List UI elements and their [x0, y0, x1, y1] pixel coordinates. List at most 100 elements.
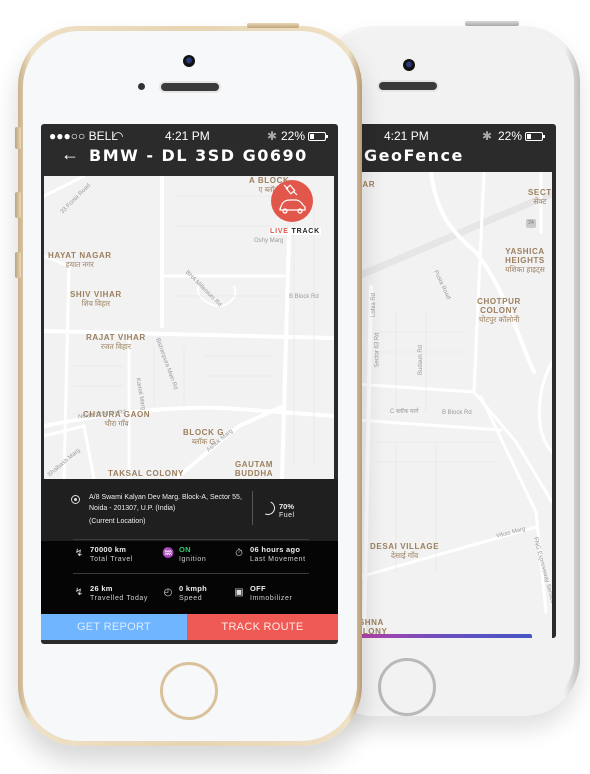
map-area-label: GAUTAM BUDDHA NAGAR	[224, 460, 284, 479]
fuel-gauge-icon	[259, 499, 277, 517]
stat-label: Immobilizer	[250, 595, 293, 602]
location-target-icon	[71, 495, 80, 504]
area-name-hindi: रजत विहार	[100, 342, 131, 351]
stat-value: OFF	[250, 584, 266, 593]
road-label: Budaun Rd	[418, 344, 425, 376]
stopwatch-icon: ⏱	[235, 548, 243, 559]
road-label: C ब्लॉक मार्ग	[390, 409, 419, 415]
battery-icon	[308, 132, 329, 141]
front-camera	[183, 55, 195, 67]
bluetooth-icon: ✱	[267, 129, 278, 143]
stat-value: 26 km	[90, 584, 113, 593]
area-name-hindi: चौरा गाँव	[104, 419, 129, 428]
current-location-note: (Current Location)	[89, 518, 146, 525]
area-name: YASHICA HEIGHTS	[505, 247, 545, 265]
track-route-button[interactable]: TRACK ROUTE	[187, 614, 338, 640]
stat-label: Last Movement	[250, 556, 306, 563]
ignition-icon: ♒	[162, 548, 175, 559]
car-icon	[279, 199, 306, 214]
area-name: DESAI VILLAGE	[370, 542, 440, 551]
stat-label: Total Travel	[90, 556, 133, 563]
proximity-sensor	[138, 83, 145, 90]
live-text: LIVE	[270, 228, 289, 235]
speedometer-icon: ◴	[163, 587, 173, 598]
home-button[interactable]	[160, 662, 218, 720]
area-name: RAJAT VIHAR	[86, 333, 146, 342]
mute-switch	[15, 127, 21, 149]
stat-value: 70000 km	[90, 545, 127, 554]
battery-percent: 22%	[498, 129, 523, 143]
map-area-label: SECT सेक्ट	[528, 188, 552, 206]
map-area-label: SHIV VIHAR शिव विहार	[70, 290, 122, 308]
status-bar: ●●●○○ BELL ◠ 4:21 PM ✱ 22%	[41, 124, 338, 146]
map-area-label: YASHICA HEIGHTS यशिका हाइट्स	[502, 247, 548, 274]
create-button[interactable]: CREATE	[356, 634, 532, 638]
vehicle-tracking-screen: ●●●○○ BELL ◠ 4:21 PM ✱ 22% ← BMW - DL 3S…	[41, 124, 338, 644]
road-label: B Block Rd	[289, 294, 319, 300]
road	[472, 172, 486, 394]
fuel-value: 70%	[279, 502, 295, 511]
volume-up-button	[15, 192, 21, 218]
home-button[interactable]	[378, 658, 436, 716]
area-name-hindi: सेक्ट	[533, 197, 547, 206]
map-area-label: RAJAT VIHAR रजत विहार	[86, 333, 146, 351]
carrier-signal: ●●●○○ BELL	[49, 129, 118, 143]
page-title: GeoFence	[364, 146, 464, 165]
stat-label: Travelled Today	[90, 595, 149, 602]
earpiece-speaker	[161, 83, 219, 91]
map-roads	[356, 172, 552, 638]
area-name-hindi: हयात नगर	[65, 260, 94, 269]
map-area-label: HAYAT NAGAR हयात नगर	[48, 251, 112, 269]
power-button	[465, 21, 519, 26]
track-text: TRACK	[291, 228, 321, 235]
road	[537, 360, 552, 454]
road-label: Oshy Marg	[254, 238, 284, 244]
live-track-label[interactable]: LIVE TRACK	[269, 228, 322, 235]
stat-value: 0 kmph	[179, 584, 208, 593]
vehicle-stats-panel: ↯ 70000 km Total Travel ♒ ON Ignition ⏱ …	[41, 541, 338, 614]
front-camera	[403, 59, 415, 71]
route-icon: ↯	[74, 548, 84, 559]
current-address: A/8 Swami Kalyan Dev Marg. Block-A, Sect…	[89, 494, 242, 512]
divider	[73, 573, 309, 574]
map-area-label: TAKSAL COLONY	[108, 469, 184, 478]
road	[280, 234, 291, 479]
map-area-label: DESAI VILLAGE देसाई गाँव	[370, 542, 439, 560]
route-icon: ↯	[74, 587, 84, 598]
earpiece-speaker	[379, 82, 437, 90]
truck-icon: ▣	[234, 587, 244, 598]
stat-value: ON	[179, 545, 191, 554]
status-time: 4:21 PM	[384, 129, 429, 143]
area-name: BLOCK G	[183, 428, 225, 437]
get-report-button[interactable]: GET REPORT	[41, 614, 187, 640]
geofence-screen: 4:21 PM ✱ 22% GeoFence HAR SECT सेक्ट YA…	[356, 124, 556, 638]
battery-status: 22%	[498, 129, 546, 143]
road	[44, 254, 71, 479]
battery-status: 22%	[281, 129, 329, 143]
power-button	[247, 23, 299, 28]
status-time: 4:21 PM	[165, 129, 210, 143]
area-name: SHIV VIHAR	[70, 290, 122, 299]
area-name-hindi: चोटपुर कॉलोनी	[478, 315, 520, 324]
area-name: SECT	[528, 188, 552, 197]
volume-down-button	[15, 252, 21, 278]
geofence-map[interactable]: HAR SECT सेक्ट YASHICA HEIGHTS यशिका हाइट्…	[356, 172, 552, 638]
stat-label: Speed	[179, 595, 203, 602]
road-label: Sector 63 Rd	[374, 332, 381, 368]
area-name: HAYAT NAGAR	[48, 251, 112, 260]
battery-percent: 22%	[281, 129, 306, 143]
area-name: GAUTAM BUDDHA NAGAR	[234, 460, 274, 479]
back-arrow-icon[interactable]: ←	[61, 144, 79, 165]
road	[362, 285, 373, 638]
page-title: BMW - DL 3SD G0690	[89, 146, 308, 165]
area-name: TAKSAL COLONY	[108, 469, 184, 478]
area-name-hindi: देसाई गाँव	[391, 551, 419, 560]
location-panel: A/8 Swami Kalyan Dev Marg. Block-A, Sect…	[41, 479, 338, 541]
road-label: Lohia Rd	[371, 292, 378, 318]
live-track-button[interactable]	[271, 180, 313, 222]
battery-icon	[525, 132, 546, 141]
divider	[73, 539, 309, 540]
divider	[252, 491, 253, 525]
highway-shield: 24	[526, 219, 536, 228]
stat-value: 06 hours ago	[250, 545, 301, 554]
